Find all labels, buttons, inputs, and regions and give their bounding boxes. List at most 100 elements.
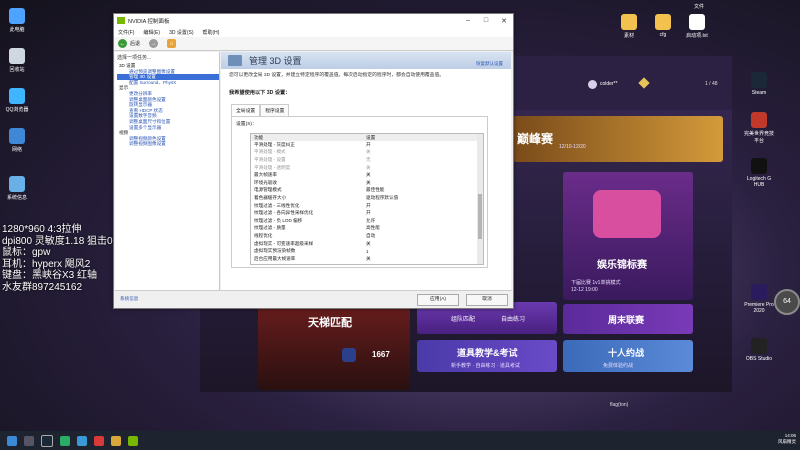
desktop-shortcut[interactable]: Logitech G HUB: [742, 158, 776, 188]
settings-row[interactable]: 线程优化 自动: [251, 232, 483, 240]
windows-start-icon[interactable]: [7, 435, 17, 446]
feature-value[interactable]: 关: [366, 241, 476, 247]
steam-taskbar-icon[interactable]: [41, 434, 53, 447]
menu-file[interactable]: 文件(F): [118, 29, 134, 36]
settings-row[interactable]: 平滑处理 - 透明度 关: [251, 164, 483, 172]
menu-3d-settings[interactable]: 3D 设置(S): [169, 29, 193, 36]
settings-row[interactable]: 电源管理模式 最佳性能: [251, 187, 483, 195]
username: colder**: [600, 81, 618, 87]
scroll-thumb[interactable]: [478, 194, 482, 239]
settings-row[interactable]: 环境光吸收 关: [251, 179, 483, 187]
settings-row[interactable]: 纹理过滤 - 质量 高性能: [251, 225, 483, 233]
feature-value[interactable]: 驱动程序默认值: [366, 195, 476, 201]
tutorial-exam-tile[interactable]: 道具教学&考试 新手教学 · 自由练习 · 道具考试: [417, 340, 557, 372]
overlay-line: dpi800 灵敏度1.18 狙击0.9: [2, 235, 121, 247]
titlebar: NVIDIA 控制面板 – □ ✕: [114, 14, 513, 27]
file-label: 素材: [623, 33, 634, 39]
feature-name: 平滑处理 - 设置: [254, 156, 286, 162]
feature-value[interactable]: 关: [366, 180, 476, 186]
restore-defaults-link[interactable]: 恢复默认设置: [476, 61, 503, 67]
panel-header: 管理 3D 设置 恢复默认设置: [221, 52, 511, 69]
netease-taskbar-icon[interactable]: [94, 435, 104, 446]
apply-button[interactable]: 应用(A): [417, 294, 459, 306]
feature-value[interactable]: 关: [366, 256, 476, 262]
tab-program-settings[interactable]: 程序设置: [260, 104, 290, 116]
settings-row[interactable]: 着色器缓存大小 驱动程序默认值: [251, 194, 483, 202]
tutorial-title: 道具教学&考试: [457, 348, 518, 358]
back-label[interactable]: 后退: [130, 40, 140, 47]
feature-value[interactable]: 最佳性能: [366, 187, 476, 193]
forward-arrow-icon[interactable]: →: [149, 39, 159, 48]
settings-row[interactable]: 平滑处理 - 设置 无: [251, 156, 483, 164]
desktop-shortcut[interactable]: 完美世界竞技平台: [742, 112, 776, 144]
shortcut-label: 回收站: [9, 67, 25, 73]
entertainment-title: 娱乐锦标赛: [597, 260, 647, 271]
tab-global-settings[interactable]: 全局设置: [231, 104, 261, 116]
settings-row[interactable]: 平滑处理 - 灰度纠正 开: [251, 141, 483, 149]
settings-row[interactable]: 纹理过滤 - 负 LOD 偏移 允许: [251, 217, 483, 225]
tree-task-item[interactable]: 调整视频图像设置: [117, 141, 219, 147]
shortcut-icon: [751, 158, 767, 174]
feature-value[interactable]: 高性能: [366, 225, 476, 231]
desktop-shortcut[interactable]: Steam: [742, 72, 776, 96]
back-arrow-icon[interactable]: ←: [118, 39, 127, 48]
feature-value[interactable]: 关: [366, 172, 476, 178]
minimize-button[interactable]: –: [459, 14, 477, 27]
settings-row[interactable]: 纹理过滤 - 三线性优化 开: [251, 202, 483, 210]
menu-help[interactable]: 帮助(H): [203, 29, 220, 36]
desktop-file[interactable]: 启动项.txt: [680, 14, 714, 39]
chat-taskbar-icon[interactable]: [77, 435, 87, 446]
shortcut-icon: [751, 72, 767, 88]
feature-value[interactable]: 无: [366, 157, 476, 163]
system-info-link[interactable]: 系统信息: [120, 296, 138, 302]
shortcut-label: QQ浏览器: [5, 107, 29, 113]
feature-value[interactable]: 自动: [366, 233, 476, 239]
desktop-shortcut[interactable]: Premiere Pro 2020: [742, 284, 776, 314]
grid-scrollbar[interactable]: [477, 134, 483, 264]
ladder-match-tile[interactable]: 天梯匹配 1667: [258, 302, 410, 390]
desktop-file[interactable]: 素材: [612, 14, 646, 39]
home-icon[interactable]: ⌂: [167, 39, 177, 48]
desktop-shortcut[interactable]: 系统信息: [0, 176, 34, 201]
feature-value[interactable]: 关: [366, 165, 476, 171]
settings-row[interactable]: 后台应用最大帧速率 关: [251, 255, 483, 263]
desktop-file[interactable]: cfg: [646, 14, 680, 38]
entertainment-tournament-tile[interactable]: 娱乐锦标赛 下届比赛 1v1单挑模式 12-12 19:00: [563, 172, 693, 300]
settings-row[interactable]: 纹理过滤 - 各向异性采样优化 开: [251, 209, 483, 217]
feature-value[interactable]: 允许: [366, 218, 476, 224]
ten-player-tile[interactable]: 十人约战 免费体验约战: [563, 340, 693, 372]
overlay-line: 键盘：黑峡谷X3 红轴: [2, 270, 98, 281]
cancel-button[interactable]: 取消: [466, 294, 508, 306]
feature-value[interactable]: 1: [366, 249, 476, 254]
tournament-banner[interactable]: 巅峰赛 12/10-12/20: [513, 116, 723, 162]
settings-row[interactable]: 平滑处理 - 模式 关: [251, 149, 483, 157]
settings-row[interactable]: 最大帧速率 关: [251, 171, 483, 179]
nvidia-taskbar-icon[interactable]: [128, 435, 138, 446]
manage-3d-panel: 管理 3D 设置 恢复默认设置 您可以更改全局 3D 设置，并建立特定程序的覆盖…: [221, 52, 511, 300]
feature-value[interactable]: 关: [366, 149, 476, 155]
desktop-shortcut[interactable]: QQ浏览器: [0, 88, 34, 113]
feature-value[interactable]: 开: [366, 142, 476, 148]
game-taskbar-icon[interactable]: [111, 435, 121, 446]
search-icon[interactable]: [24, 435, 34, 446]
ten-player-title: 十人约战: [608, 348, 645, 358]
weekend-league-tile[interactable]: 周末联赛: [563, 304, 693, 334]
menu-edit[interactable]: 编辑(E): [143, 29, 160, 36]
close-button[interactable]: ✕: [495, 14, 513, 27]
feature-name: 后台应用最大帧速率: [254, 255, 296, 261]
user-avatar[interactable]: [588, 80, 597, 89]
desktop-shortcut[interactable]: 网络: [0, 128, 34, 153]
desktop-shortcut[interactable]: OBS Studio: [742, 338, 776, 362]
feature-value[interactable]: 开: [366, 203, 476, 209]
desktop-shortcut[interactable]: 回收站: [0, 48, 34, 73]
gem-icon[interactable]: [638, 77, 650, 89]
settings-row[interactable]: 虚拟现实 - 可变速率超级采样 关: [251, 240, 483, 248]
maximize-button[interactable]: □: [477, 14, 495, 27]
feature-value[interactable]: 开: [366, 210, 476, 216]
desktop-shortcut[interactable]: 此电脑: [0, 8, 34, 33]
shortcut-icon: [9, 8, 25, 24]
settings-grid: 功能 设置 平滑处理 - 灰度纠正开平滑处理 - 模式关平滑处理 - 设置无平滑…: [250, 133, 484, 265]
settings-row[interactable]: 虚拟现实预渲染帧数 1: [251, 247, 483, 255]
shortcut-icon: [9, 88, 25, 104]
wechat-taskbar-icon[interactable]: [60, 435, 70, 446]
